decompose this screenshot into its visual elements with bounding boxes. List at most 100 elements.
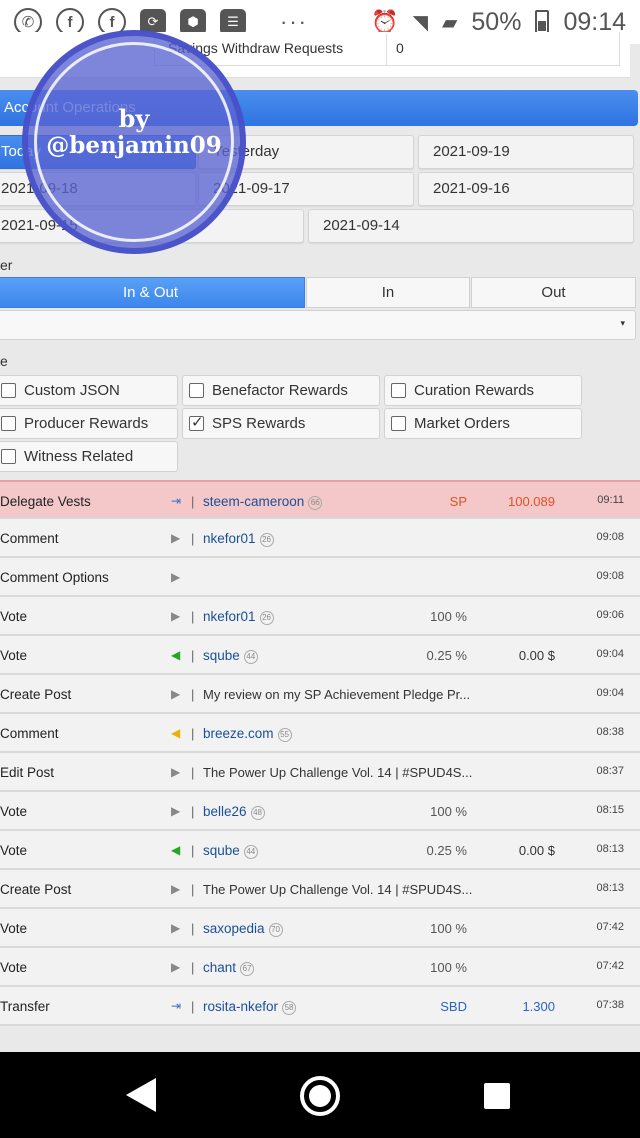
operation-percent: 100 %	[430, 960, 467, 975]
recent-apps-icon[interactable]	[484, 1083, 510, 1109]
operation-row[interactable]: Delegate Vests ⇥ | steem-cameroon 66 SP 100.08…	[0, 480, 640, 519]
operation-row[interactable]: Comment Options ▶ 09:08	[0, 558, 640, 597]
operation-time: 08:38	[596, 726, 624, 738]
filter-label: er	[0, 257, 13, 273]
incoming-arrow-icon: ◀	[171, 726, 181, 740]
operation-type: Edit Post	[0, 765, 55, 780]
post-title-link[interactable]: The Power Up Challenge Vol. 14 | #SPUD4S…	[203, 765, 472, 780]
operation-type: Vote	[0, 921, 28, 936]
account-link[interactable]: rosita-nkefor 58	[203, 999, 297, 1015]
account-link[interactable]: nkefor01 26	[203, 531, 274, 547]
checkbox-sps-rewards[interactable]: SPS Rewards	[182, 408, 380, 439]
outgoing-arrow-icon: ▶	[171, 531, 181, 545]
operation-row[interactable]: Transfer ⇥ | rosita-nkefor 58 SBD 1.300 07:38	[0, 987, 640, 1026]
account-link[interactable]: saxopedia 70	[203, 921, 283, 937]
operation-type: Create Post	[0, 687, 72, 702]
checkbox-producer-rewards[interactable]: Producer Rewards	[0, 408, 178, 439]
operation-time: 09:08	[596, 570, 624, 582]
post-title-link[interactable]: My review on my SP Achievement Pledge Pr…	[203, 687, 470, 702]
operation-row[interactable]: Vote ▶ | nkefor01 26 100 % 09:06	[0, 597, 640, 636]
account-link[interactable]: steem-cameroon 66	[203, 494, 323, 510]
operation-row[interactable]: Vote ▶ | saxopedia 70 100 % 07:42	[0, 909, 640, 948]
account-name[interactable]: steem-cameroon	[203, 494, 304, 509]
checkbox-benefactor-rewards[interactable]: Benefactor Rewards	[182, 375, 380, 406]
operation-row[interactable]: Edit Post ▶ | The Power Up Challenge Vol. 1…	[0, 753, 640, 792]
operation-row[interactable]: Comment ▶ | nkefor01 26 09:08	[0, 519, 640, 558]
separator: |	[191, 648, 195, 663]
account-name[interactable]: breeze.com	[203, 726, 274, 741]
reputation-badge: 44	[243, 845, 258, 859]
checkbox-box[interactable]	[1, 416, 16, 431]
account-link[interactable]: chant 67	[203, 960, 255, 976]
back-icon[interactable]	[126, 1078, 156, 1112]
account-name[interactable]: belle26	[203, 804, 247, 819]
checkbox-witness-related[interactable]: Witness Related	[0, 441, 178, 472]
checkbox-box[interactable]	[391, 383, 406, 398]
operation-row[interactable]: Vote ◀ | sqube 44 0.25 % 0.00 $ 09:04	[0, 636, 640, 675]
account-link[interactable]: breeze.com 55	[203, 726, 292, 742]
operation-row[interactable]: Vote ▶ | chant 67 100 % 07:42	[0, 948, 640, 987]
outgoing-arrow-icon: ▶	[171, 609, 181, 623]
account-name[interactable]: chant	[203, 960, 236, 975]
battery-icon	[535, 10, 550, 34]
checkbox-custom-json[interactable]: Custom JSON	[0, 375, 178, 406]
account-name[interactable]: nkefor01	[203, 531, 256, 546]
operation-time: 08:15	[596, 804, 624, 816]
account-name[interactable]: saxopedia	[203, 921, 265, 936]
filter-select[interactable]: ▾	[0, 310, 636, 340]
operation-time: 07:38	[596, 999, 624, 1011]
checkbox-market-orders[interactable]: Market Orders	[384, 408, 582, 439]
operation-row[interactable]: Vote ▶ | belle26 48 100 % 08:15	[0, 792, 640, 831]
checkbox-box[interactable]	[1, 449, 16, 464]
transfer-in-icon: ⇥	[171, 494, 182, 508]
operation-percent: SP	[449, 494, 467, 509]
separator: |	[191, 531, 195, 546]
checkbox-box[interactable]	[391, 416, 406, 431]
date-button[interactable]: 2021-09-19	[418, 135, 634, 169]
home-icon[interactable]	[300, 1076, 340, 1116]
account-name[interactable]: sqube	[203, 648, 240, 663]
incoming-arrow-icon: ◀	[171, 648, 181, 662]
operation-percent: 100 %	[430, 921, 467, 936]
checkbox-curation-rewards[interactable]: Curation Rewards	[384, 375, 582, 406]
account-link[interactable]: belle26 48	[203, 804, 265, 820]
operation-type: Vote	[0, 960, 28, 975]
account-link[interactable]: sqube 44	[203, 648, 258, 664]
checkbox-box-checked[interactable]	[189, 413, 204, 431]
reputation-badge: 67	[240, 962, 255, 976]
account-name[interactable]: sqube	[203, 843, 240, 858]
watermark-name: @benjamin09	[46, 132, 222, 159]
operation-row[interactable]: Create Post ▶ | The Power Up Challenge Vol.…	[0, 870, 640, 909]
account-link[interactable]: nkefor01 26	[203, 609, 274, 625]
checkbox-label: Producer Rewards	[24, 415, 149, 432]
account-link[interactable]: sqube 44	[203, 843, 258, 859]
operation-type: Create Post	[0, 882, 72, 897]
operation-row[interactable]: Vote ◀ | sqube 44 0.25 % 0.00 $ 08:13	[0, 831, 640, 870]
separator: |	[191, 726, 195, 741]
account-name[interactable]: rosita-nkefor	[203, 999, 278, 1014]
operation-time: 09:04	[596, 687, 624, 699]
direction-out-button[interactable]: Out	[471, 277, 636, 308]
transfer-in-icon: ⇥	[171, 999, 182, 1013]
operation-row[interactable]: Create Post ▶ | My review on my SP Achievem…	[0, 675, 640, 714]
operation-percent: SBD	[440, 999, 467, 1014]
outgoing-arrow-icon: ▶	[171, 921, 181, 935]
checkbox-label: Market Orders	[414, 415, 510, 432]
checkbox-box[interactable]	[189, 383, 204, 398]
savings-withdraw-value: 0	[396, 40, 404, 56]
operation-type: Vote	[0, 609, 28, 624]
date-button[interactable]: 2021-09-14	[308, 209, 634, 243]
direction-in-out-button[interactable]: In & Out	[0, 277, 305, 308]
post-title-link[interactable]: The Power Up Challenge Vol. 14 | #SPUD4S…	[203, 882, 472, 897]
operation-type: Vote	[0, 648, 28, 663]
checkbox-box[interactable]	[1, 383, 16, 398]
direction-in-button[interactable]: In	[306, 277, 470, 308]
operation-row[interactable]: Comment ◀ | breeze.com 55 08:38	[0, 714, 640, 753]
date-button[interactable]: 2021-09-16	[418, 172, 634, 206]
operation-type: Comment Options	[0, 570, 109, 585]
operation-type: Transfer	[0, 999, 50, 1014]
account-name[interactable]: nkefor01	[203, 609, 256, 624]
reputation-badge: 58	[282, 1001, 297, 1015]
operation-type: Vote	[0, 804, 28, 819]
operation-percent: 0.25 %	[426, 843, 467, 858]
